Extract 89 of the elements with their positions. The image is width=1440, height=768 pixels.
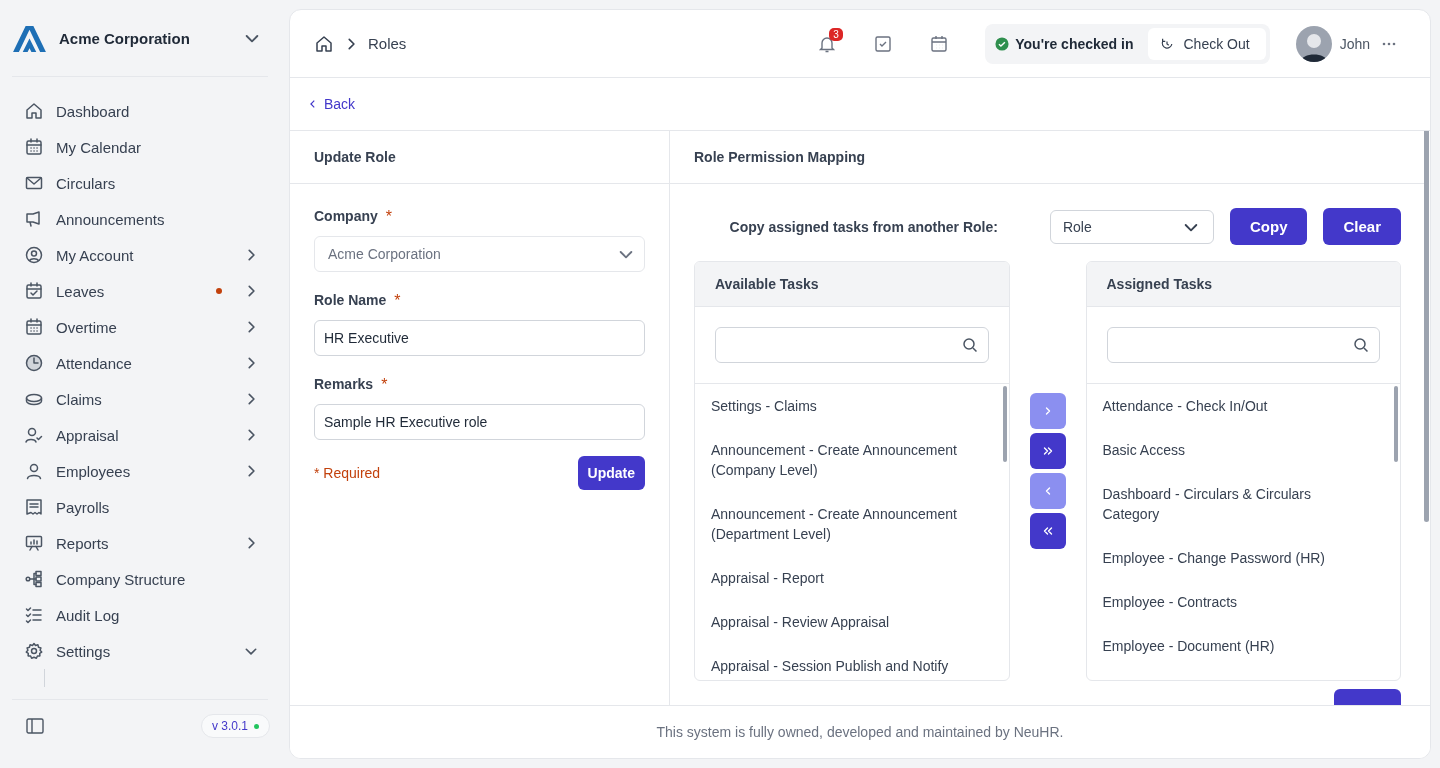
double-chevron-icon [1041,525,1054,537]
task-item[interactable]: Appraisal - Session Publish and Notify [711,648,979,680]
panel-title: Assigned Tasks [1086,262,1400,307]
field-label: Role Name [314,292,387,310]
task-item[interactable]: Announcement - Create Announcement (Company Level) [711,432,979,496]
required-note: * Required [314,465,381,481]
user-icon [24,461,44,481]
task-item[interactable]: Settings - Claims [711,388,979,432]
search-icon [961,337,978,353]
calendar-check-icon [24,281,44,301]
role-select[interactable]: Role [1049,209,1214,244]
notification-dot [216,288,222,294]
nav-item[interactable]: Company Structure [12,561,268,597]
section-title: Role Permission Mapping [694,149,866,165]
check-in-status: You're checked in [1015,35,1134,52]
nav-item[interactable]: My Calendar [12,129,268,165]
field-label: Company [314,208,378,226]
nav-item[interactable]: My Account [12,237,268,273]
search-field[interactable] [1106,327,1380,363]
home-icon[interactable] [314,33,334,54]
back-link[interactable]: Back [308,96,356,112]
nav-item[interactable]: Attendance [12,345,268,381]
gear-icon [24,641,44,661]
nav-item[interactable]: Employees [12,453,268,489]
section-title: Update Role [314,149,396,165]
update-button[interactable]: Update [577,456,645,490]
user-circle-icon [24,245,44,265]
user-name[interactable]: John [1339,35,1370,52]
search-icon [1353,337,1369,353]
required-mark: * [381,376,388,394]
breadcrumb-item[interactable]: Roles [368,35,407,52]
logo-icon [12,23,47,53]
task-item[interactable]: Announcement - Create Announcement (Department Level) [711,496,979,560]
calendar-icon [24,317,44,337]
text-field[interactable]: Sample HR Executive role [314,404,645,440]
footer-text: This system is fully owned, developed and maintained by NeuHR. [656,724,1064,740]
double-chevron-icon [1041,445,1054,457]
task-item[interactable]: Appraisal - Report [711,560,979,604]
nav-item[interactable]: Overtime [12,309,268,345]
check-out-button[interactable]: Check Out [1147,27,1266,60]
avatar[interactable] [1295,25,1332,62]
more-icon[interactable] [1382,41,1396,46]
version-badge: v 3.0.1 [200,714,270,738]
clear-button[interactable]: Clear [1323,208,1401,245]
check-circle-icon [995,36,1010,51]
task-item[interactable]: Basic Access [1102,432,1370,476]
clock-icon [1159,36,1174,51]
task-item[interactable]: Employee - Contracts [1102,584,1370,628]
task-item[interactable]: Attendance - Check In/Out [1102,388,1370,432]
task-item[interactable]: Appraisal - Review Appraisal [711,604,979,648]
search-field[interactable] [715,327,989,363]
nav-item[interactable]: Reports [12,525,268,561]
clock-icon [24,353,44,373]
required-mark: * [385,208,393,226]
company-name: Acme Corporation [59,29,191,47]
text-field[interactable]: HR Executive [314,320,645,356]
copy-label: Copy assigned tasks from another Role: [729,218,998,235]
nav-item[interactable]: Dashboard [12,93,268,129]
user-check-icon [24,425,44,445]
task-item[interactable]: Employee - Change Password (HR) [1102,540,1370,584]
panel-title: Available Tasks [695,262,1009,307]
nav-item[interactable]: Circulars [12,165,268,201]
task-item[interactable]: Dashboard - Circulars & Circulars Category [1102,476,1370,540]
presentation-icon [24,533,44,553]
nav-item[interactable]: Claims [12,381,268,417]
scrollbar[interactable] [1424,131,1429,522]
nav-item[interactable]: Appraisal [12,417,268,453]
checklist-icon [24,605,44,625]
checkbox-icon[interactable] [873,33,894,54]
transfer-button[interactable] [1029,513,1066,549]
notification-badge: 3 [829,27,843,41]
scrollbar[interactable] [1002,386,1007,462]
calendar-icon [24,137,44,157]
scrollbar[interactable] [1394,386,1398,462]
nav-item[interactable]: Payrolls [12,489,268,525]
nav-item[interactable]: Leaves [12,273,268,309]
nav-item[interactable]: Settings [12,633,268,669]
task-item[interactable]: Employee - Document (HR) [1102,628,1370,672]
nav-item[interactable]: Audit Log [12,597,268,633]
sidebar-toggle-icon[interactable] [26,718,44,734]
hierarchy-icon [24,569,44,589]
required-mark: * [394,292,401,310]
transfer-button[interactable] [1029,433,1066,469]
nav-item[interactable]: Announcements [12,201,268,237]
receipt-icon [24,497,44,517]
home-icon [24,101,44,121]
field-label: Remarks [314,376,374,394]
calendar-icon[interactable] [929,33,950,54]
copy-button[interactable]: Copy [1229,208,1308,245]
